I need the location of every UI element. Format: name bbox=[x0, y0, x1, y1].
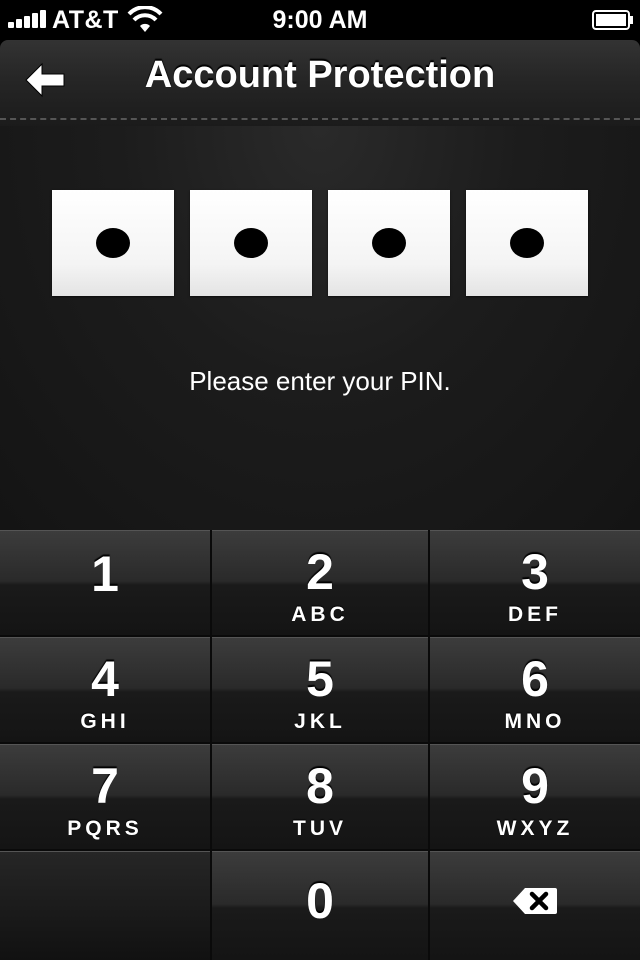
key-number: 0 bbox=[306, 873, 334, 929]
backspace-icon bbox=[513, 888, 557, 914]
key-0[interactable]: 0 bbox=[212, 851, 428, 960]
nav-bar: Account Protection bbox=[0, 40, 640, 126]
key-letters: MNO bbox=[504, 710, 566, 733]
key-5[interactable]: 5 JKL bbox=[212, 637, 428, 742]
pin-digit-box[interactable] bbox=[52, 190, 174, 296]
key-9[interactable]: 9 WXYZ bbox=[430, 744, 640, 849]
key-letters: JKL bbox=[294, 710, 346, 733]
key-number: 1 bbox=[91, 546, 119, 602]
key-number: 7 bbox=[91, 758, 119, 814]
key-3[interactable]: 3 DEF bbox=[430, 530, 640, 635]
battery-icon bbox=[592, 10, 633, 30]
key-number: 3 bbox=[521, 544, 549, 600]
key-letters: ABC bbox=[291, 603, 349, 626]
keypad: 1 2 ABC 3 DEF 4 GHI 5 JKL 6 MNO 7 PQRS 8… bbox=[0, 530, 640, 960]
clock: 9:00 AM bbox=[272, 6, 368, 34]
pin-digit-box[interactable] bbox=[328, 190, 450, 296]
key-2[interactable]: 2 ABC bbox=[212, 530, 428, 635]
key-letters: WXYZ bbox=[496, 817, 574, 840]
key-number: 9 bbox=[521, 758, 549, 814]
key-letters: TUV bbox=[293, 817, 347, 840]
key-1[interactable]: 1 bbox=[0, 530, 210, 635]
key-number: 4 bbox=[91, 651, 119, 707]
key-number: 5 bbox=[306, 651, 334, 707]
key-blank bbox=[0, 851, 210, 960]
key-letters: GHI bbox=[80, 710, 130, 733]
pin-dot bbox=[96, 228, 130, 258]
key-letters: PQRS bbox=[67, 817, 143, 840]
page-title: Account Protection bbox=[144, 54, 496, 96]
pin-entry-area: Please enter your PIN. bbox=[0, 126, 640, 530]
pin-digit-box[interactable] bbox=[466, 190, 588, 296]
key-number: 6 bbox=[521, 651, 549, 707]
key-8[interactable]: 8 TUV bbox=[212, 744, 428, 849]
pin-dot bbox=[510, 228, 544, 258]
pin-digit-box[interactable] bbox=[190, 190, 312, 296]
key-letters: DEF bbox=[508, 603, 562, 626]
key-number: 8 bbox=[306, 758, 334, 814]
key-7[interactable]: 7 PQRS bbox=[0, 744, 210, 849]
pin-dot bbox=[372, 228, 406, 258]
pin-dot bbox=[234, 228, 268, 258]
key-4[interactable]: 4 GHI bbox=[0, 637, 210, 742]
pin-prompt: Please enter your PIN. bbox=[189, 366, 451, 396]
delete-button[interactable] bbox=[430, 851, 640, 960]
key-6[interactable]: 6 MNO bbox=[430, 637, 640, 742]
status-bar: AT&T 9:00 AM bbox=[0, 0, 640, 40]
key-number: 2 bbox=[306, 544, 334, 600]
